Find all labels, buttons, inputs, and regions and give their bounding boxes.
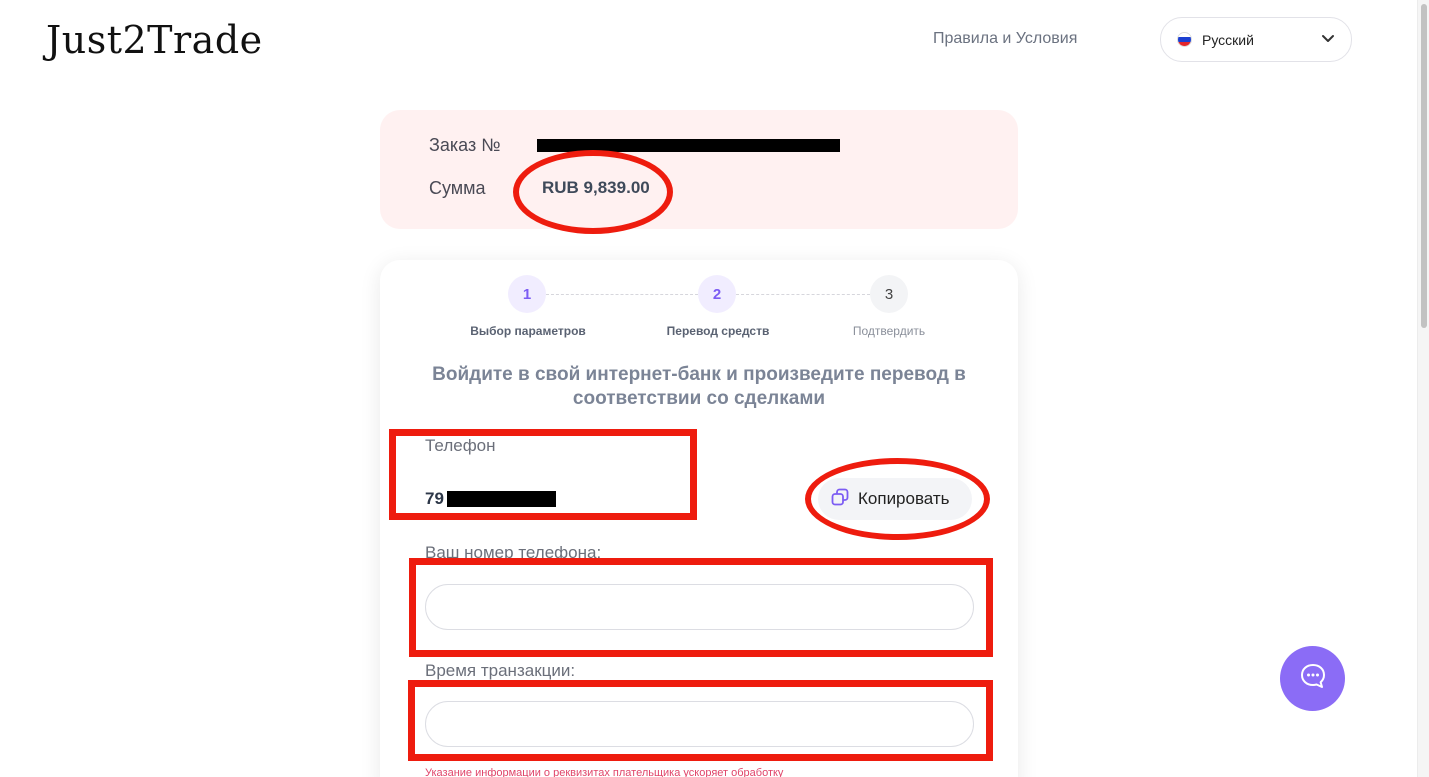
step-2-label: Перевод средств (666, 324, 770, 338)
order-number-redacted (537, 139, 840, 152)
step-1-label: Выбор параметров (470, 324, 586, 338)
transaction-time-input[interactable] (425, 701, 974, 747)
chat-icon (1298, 661, 1328, 696)
page-scrollbar[interactable] (1417, 0, 1429, 777)
chevron-down-icon (1321, 31, 1335, 48)
step-1-circle: 1 (508, 275, 546, 313)
payer-details-hint: Указание информации о реквизитах платель… (425, 767, 784, 777)
copy-button[interactable]: Копировать (818, 478, 972, 520)
phone-value: 79 (425, 489, 444, 508)
amount-label: Сумма (429, 178, 486, 198)
step-connector (546, 294, 698, 295)
your-phone-label: Ваш номер телефона: (425, 543, 602, 562)
copy-button-label: Копировать (858, 489, 950, 508)
copy-icon (830, 487, 858, 512)
step-connector (736, 294, 870, 295)
step-3-label: Подтвердить (852, 324, 926, 338)
language-select[interactable]: Русский (1160, 17, 1352, 62)
ru-flag-icon (1177, 32, 1192, 47)
step-2-circle: 2 (698, 275, 736, 313)
terms-link[interactable]: Правила и Условия (933, 30, 1077, 48)
order-summary: Заказ № Сумма RUB 9,839.00 (380, 110, 1018, 229)
order-number-label: Заказ № (429, 135, 501, 155)
language-selected: Русский (1202, 31, 1254, 48)
scrollbar-thumb[interactable] (1421, 4, 1427, 328)
chat-button[interactable] (1280, 646, 1345, 711)
amount-value: RUB 9,839.00 (542, 178, 650, 197)
logo[interactable]: Just2Trade (46, 18, 263, 62)
your-phone-input[interactable] (425, 584, 974, 630)
phone-redacted (447, 491, 556, 507)
transaction-time-label: Время транзакции: (425, 661, 576, 680)
phone-label: Телефон (425, 436, 496, 455)
step-3-circle: 3 (870, 275, 908, 313)
transfer-instruction: Войдите в свой интернет-банк и произведи… (432, 364, 966, 409)
